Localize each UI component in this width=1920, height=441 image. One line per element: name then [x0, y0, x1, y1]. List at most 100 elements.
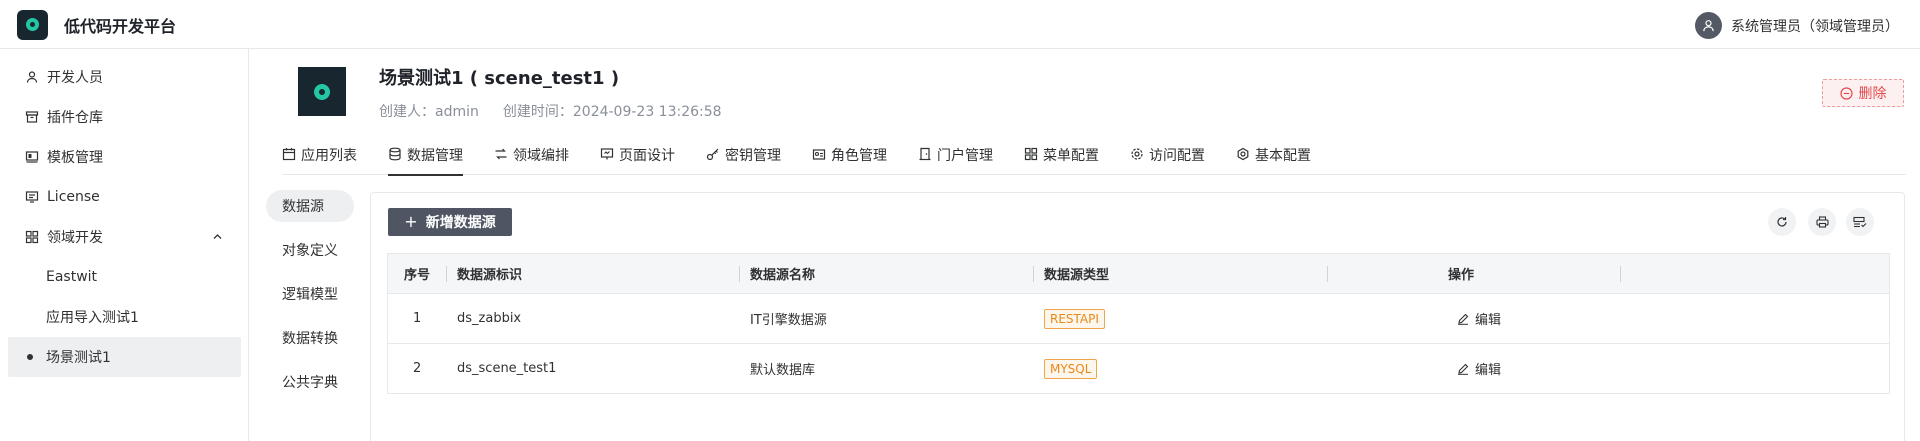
column-header-datasource-id: 数据源标识	[457, 268, 523, 283]
plus-icon: +	[404, 212, 418, 231]
sidebar-item-license[interactable]: License	[8, 177, 241, 217]
column-header-datasource-type: 数据源类型	[1044, 268, 1110, 283]
subnav-logic-model[interactable]: 逻辑模型	[266, 278, 354, 310]
tab-domain-orchestration[interactable]: 领域编排	[494, 145, 569, 175]
app-created-time: 创建时间：2024-09-23 13:26:58	[502, 104, 722, 120]
sidebar-item-label: License	[47, 189, 100, 205]
edit-label: 编辑	[1475, 313, 1502, 328]
tab-label: 基本配置	[1255, 148, 1311, 164]
tab-label: 访问配置	[1149, 148, 1205, 164]
user-name[interactable]: 系统管理员（领域管理员）	[1731, 16, 1899, 36]
tab-app-list[interactable]: 应用列表	[282, 145, 357, 175]
edit-button[interactable]: 编辑	[1457, 309, 1501, 328]
sidebar-item-templates[interactable]: 模板管理	[8, 137, 241, 177]
minus-circle-icon	[1839, 86, 1853, 100]
role-icon	[812, 149, 826, 160]
tab-access-config[interactable]: 访问配置	[1130, 145, 1205, 175]
row-datasource-name: IT引擎数据源	[750, 313, 827, 328]
datasource-type-badge: RESTAPI	[1044, 308, 1105, 329]
sidebar-item-scene-test[interactable]: 场景测试1	[8, 337, 241, 377]
subnav-public-dictionary[interactable]: 公共字典	[266, 366, 354, 398]
delete-button[interactable]: 删除	[1822, 79, 1904, 107]
sidebar-item-label: 应用导入测试1	[46, 310, 139, 326]
subnav-object-definition[interactable]: 对象定义	[266, 234, 354, 266]
add-datasource-label: 新增数据源	[425, 215, 496, 231]
edit-icon	[1458, 313, 1469, 325]
subnav-datasource[interactable]: 数据源	[266, 190, 354, 222]
refresh-button[interactable]	[1768, 208, 1796, 236]
sidebar-item-label: 领域开发	[47, 230, 103, 246]
chevron-up-icon[interactable]	[212, 231, 223, 242]
print-button[interactable]	[1808, 208, 1836, 236]
tab-bar: 应用列表 数据管理 领域编排 页面设计 密钥管理 角色管理 门户管理 菜单配置 …	[282, 140, 1906, 176]
menu-grid-icon	[1024, 147, 1038, 161]
template-icon	[25, 151, 39, 163]
column-settings-button[interactable]	[1846, 208, 1874, 236]
app-meta: 创建人：admin 创建时间：2024-09-23 13:26:58	[379, 101, 722, 121]
app-logo-icon[interactable]	[17, 10, 48, 40]
grid-icon	[25, 230, 39, 244]
column-settings-icon	[1853, 216, 1867, 228]
page-design-icon	[600, 148, 614, 160]
gear-icon	[1131, 148, 1143, 160]
table-row: 1 ds_zabbix IT引擎数据源 RESTAPI 编辑	[388, 294, 1889, 344]
column-header-datasource-name: 数据源名称	[750, 268, 816, 283]
user-menu[interactable]: 系统管理员（领域管理员）	[1695, 12, 1899, 39]
archive-icon	[25, 111, 39, 123]
settings-icon	[1237, 147, 1249, 161]
tab-role-management[interactable]: 角色管理	[812, 145, 887, 175]
tab-page-design[interactable]: 页面设计	[600, 145, 675, 175]
column-header-index: 序号	[404, 268, 431, 283]
row-datasource-id: ds_scene_test1	[457, 361, 557, 376]
door-icon	[919, 147, 931, 161]
tab-label: 领域编排	[513, 148, 569, 164]
sidebar-item-label: 场景测试1	[46, 350, 111, 366]
user-icon	[26, 71, 38, 83]
sidebar: 开发人员 插件仓库 模板管理 License 领域开发 Eastwit 应用导入…	[0, 49, 249, 441]
app-name: 场景测试1 ( scene_test1 )	[379, 68, 620, 89]
sidebar-item-plugins[interactable]: 插件仓库	[8, 97, 241, 137]
app-creator: 创建人：admin	[379, 104, 479, 120]
tab-label: 角色管理	[831, 148, 887, 164]
calendar-icon	[282, 148, 296, 161]
app-icon	[298, 67, 346, 116]
table-row: 2 ds_scene_test1 默认数据库 MYSQL 编辑	[388, 344, 1889, 394]
tab-label: 应用列表	[301, 148, 357, 164]
tab-data-management[interactable]: 数据管理	[388, 145, 463, 176]
sidebar-item-app-import-test[interactable]: 应用导入测试1	[8, 297, 241, 337]
table-header: 序号 数据源标识 数据源名称 数据源类型 操作	[388, 254, 1889, 294]
top-header: 低代码开发平台 系统管理员（领域管理员）	[0, 0, 1920, 49]
key-icon	[706, 148, 719, 161]
database-icon	[389, 147, 401, 161]
tab-menu-config[interactable]: 菜单配置	[1024, 145, 1099, 175]
tab-label: 门户管理	[937, 148, 993, 164]
tab-label: 页面设计	[619, 148, 675, 164]
sidebar-item-label: 开发人员	[47, 70, 103, 86]
row-datasource-name: 默认数据库	[750, 363, 816, 378]
sidebar-item-label: 插件仓库	[47, 110, 103, 126]
sidebar-item-eastwit[interactable]: Eastwit	[8, 257, 241, 297]
flow-icon	[495, 148, 507, 160]
edit-button[interactable]: 编辑	[1457, 359, 1501, 378]
tab-basic-config[interactable]: 基本配置	[1236, 145, 1311, 175]
refresh-icon	[1777, 217, 1787, 227]
subnav-data-transform[interactable]: 数据转换	[266, 322, 354, 354]
edit-label: 编辑	[1475, 363, 1502, 378]
sidebar-item-label: 模板管理	[47, 150, 103, 166]
row-index: 2	[413, 361, 422, 376]
license-icon	[25, 191, 39, 203]
tab-label: 菜单配置	[1043, 148, 1099, 164]
sidebar-item-developers[interactable]: 开发人员	[8, 57, 241, 97]
app-title: 低代码开发平台	[64, 17, 177, 36]
add-datasource-button[interactable]: + 新增数据源	[388, 208, 512, 236]
row-index: 1	[413, 311, 422, 326]
tab-portal-management[interactable]: 门户管理	[918, 145, 993, 175]
avatar-icon[interactable]	[1695, 12, 1722, 39]
sidebar-item-domain-dev[interactable]: 领域开发	[8, 217, 241, 257]
delete-label: 删除	[1858, 86, 1887, 102]
sidebar-item-label: Eastwit	[46, 269, 98, 285]
column-header-actions: 操作	[1448, 268, 1475, 283]
tab-label: 数据管理	[407, 148, 463, 164]
tab-key-management[interactable]: 密钥管理	[706, 145, 781, 175]
active-dot-icon	[27, 354, 33, 360]
